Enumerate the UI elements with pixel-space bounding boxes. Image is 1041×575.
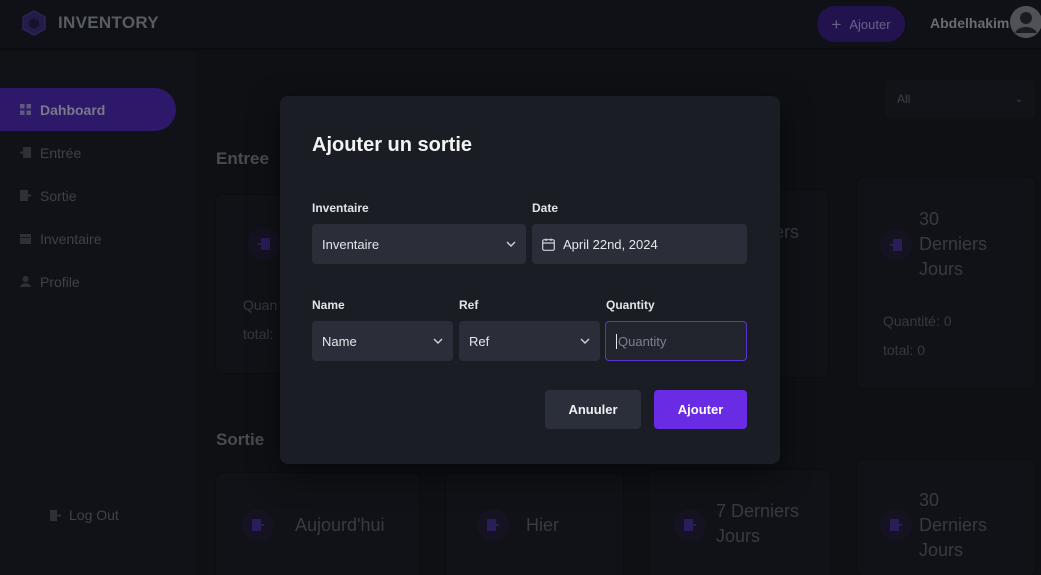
submit-button[interactable]: Ajouter xyxy=(654,390,747,429)
name-value: Name xyxy=(322,333,357,349)
ref-label: Ref xyxy=(459,298,479,312)
calendar-icon xyxy=(542,238,555,251)
chevron-down-icon xyxy=(433,338,443,344)
inventaire-label: Inventaire xyxy=(312,201,369,215)
inventaire-select[interactable]: Inventaire xyxy=(312,224,526,264)
text-cursor xyxy=(616,333,617,349)
date-value: April 22nd, 2024 xyxy=(563,236,658,252)
modal-title: Ajouter un sortie xyxy=(312,134,473,156)
inventaire-value: Inventaire xyxy=(322,236,380,252)
date-label: Date xyxy=(532,201,559,215)
add-sortie-modal: Ajouter un sortie Inventaire Inventaire … xyxy=(280,96,780,464)
chevron-down-icon xyxy=(506,241,516,247)
name-label: Name xyxy=(312,298,345,312)
chevron-down-icon xyxy=(580,338,590,344)
quantity-label: Quantity xyxy=(606,298,655,312)
ref-value: Ref xyxy=(469,333,490,349)
quantity-input[interactable]: Quantity xyxy=(605,321,747,361)
quantity-placeholder: Quantity xyxy=(618,333,667,349)
name-select[interactable]: Name xyxy=(312,321,453,361)
cancel-button[interactable]: Anuuler xyxy=(545,390,641,429)
date-picker[interactable]: April 22nd, 2024 xyxy=(532,224,747,264)
ref-select[interactable]: Ref xyxy=(459,321,600,361)
